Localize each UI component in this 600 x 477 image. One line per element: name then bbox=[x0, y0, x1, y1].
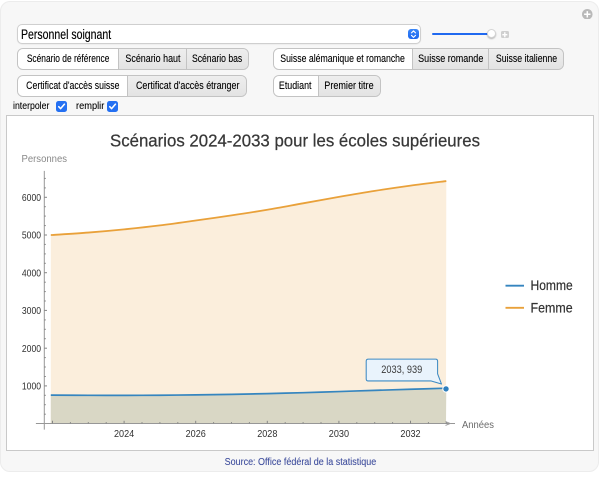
svg-text:6000: 6000 bbox=[22, 192, 41, 204]
svg-text:3000: 3000 bbox=[22, 305, 41, 317]
svg-text:2026: 2026 bbox=[186, 428, 206, 440]
svg-text:Années: Années bbox=[462, 420, 494, 431]
svg-text:Homme: Homme bbox=[531, 278, 573, 293]
svg-text:4000: 4000 bbox=[22, 267, 41, 279]
svg-text:2033, 939: 2033, 939 bbox=[381, 364, 422, 376]
svg-text:2030: 2030 bbox=[329, 428, 349, 440]
svg-text:Scénarios 2024-2033 pour les é: Scénarios 2024-2033 pour les écoles supé… bbox=[110, 130, 480, 150]
svg-text:2000: 2000 bbox=[22, 343, 41, 355]
svg-text:2032: 2032 bbox=[400, 428, 420, 440]
svg-text:5000: 5000 bbox=[22, 230, 41, 242]
svg-text:2028: 2028 bbox=[257, 428, 277, 440]
svg-text:2024: 2024 bbox=[114, 428, 134, 440]
svg-text:Personnes: Personnes bbox=[22, 154, 68, 165]
svg-text:1000: 1000 bbox=[22, 381, 41, 393]
svg-text:Femme: Femme bbox=[531, 300, 573, 315]
